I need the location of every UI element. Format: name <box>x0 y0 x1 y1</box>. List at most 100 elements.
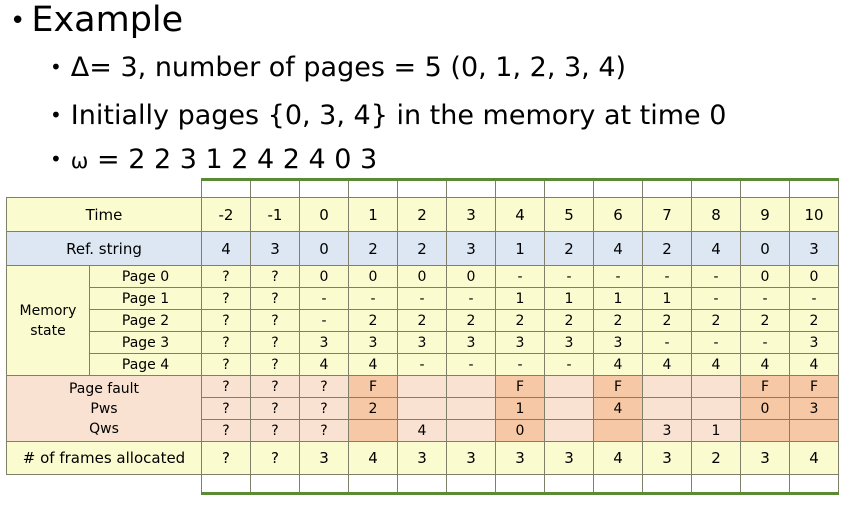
bullet-glyph: • <box>50 55 62 79</box>
bullet-title: • Example <box>10 0 183 43</box>
page-fault-cell: F <box>740 375 790 398</box>
time-cell: 2 <box>397 197 447 232</box>
bullet-glyph: • <box>50 103 62 127</box>
page-fault-cell <box>397 375 447 398</box>
spacer-cell <box>593 474 643 495</box>
spacer-cell <box>691 474 741 495</box>
time-cell: 0 <box>299 197 349 232</box>
spacer-cell <box>544 474 594 495</box>
frames-allocated-cell: 2 <box>691 441 741 475</box>
spacer-cell <box>250 474 300 495</box>
qws-cell <box>740 419 790 442</box>
pws-cell <box>691 397 741 420</box>
spacer-cell <box>446 178 496 198</box>
memory-state-cell: - <box>544 353 594 376</box>
memory-state-cell: - <box>299 309 349 332</box>
memory-state-cell: 4 <box>740 353 790 376</box>
page-fault-cell: ? <box>299 375 349 398</box>
memory-state-cell: - <box>642 265 692 288</box>
spacer-cell <box>495 178 545 198</box>
ref-string-cell: 3 <box>250 231 300 266</box>
page-fault-cell: F <box>789 375 839 398</box>
pws-cell: ? <box>299 397 349 420</box>
page-fault-cell: ? <box>201 375 251 398</box>
frames-allocated-cell: 3 <box>299 441 349 475</box>
memory-state-cell: 2 <box>495 309 545 332</box>
memory-state-cell: - <box>740 287 790 310</box>
memory-state-cell: 0 <box>740 265 790 288</box>
memory-state-cell: ? <box>201 331 251 354</box>
time-cell: 7 <box>642 197 692 232</box>
memory-state-cell: 1 <box>593 287 643 310</box>
table-bottom-spacer-row <box>7 474 839 495</box>
table-row-time: Time -2 -1 0 1 2 3 4 5 6 7 8 9 10 <box>6 197 839 232</box>
ref-string-cell: 3 <box>789 231 839 266</box>
memory-state-cell: 2 <box>593 309 643 332</box>
spacer-cell <box>740 178 790 198</box>
bullet-text-1: Δ= 3, number of pages = 5 (0, 1, 2, 3, 4… <box>70 52 627 83</box>
page-fault-cell: ? <box>250 375 300 398</box>
table-row-memory-state: Page 2?? -2 2 2 2 2 2 2 2 2 2 <box>7 309 839 332</box>
qws-cell: 3 <box>642 419 692 442</box>
pws-cell <box>642 397 692 420</box>
spacer-cell <box>250 178 300 198</box>
pws-cell: 2 <box>348 397 398 420</box>
memory-state-cell: 2 <box>740 309 790 332</box>
table-row-memory-state: Page 1?? - - - -1 1 1 1- - - <box>7 287 839 310</box>
page-fault-cell <box>544 375 594 398</box>
bullet-glyph: • <box>10 6 26 36</box>
qws-cell <box>348 419 398 442</box>
memory-state-cell: ? <box>250 331 300 354</box>
memory-state-cell: 2 <box>446 309 496 332</box>
working-set-table: Time -2 -1 0 1 2 3 4 5 6 7 8 9 10 Ref. string 4 3 0 2 2 3 1 2 4… <box>6 178 839 495</box>
table-row-frames-allocated: # of frames allocated?? 3 4 3 3 3 3 4 3 2 3 4 <box>6 441 839 475</box>
time-cell: 10 <box>789 197 839 232</box>
qws-cell: 1 <box>691 419 741 442</box>
time-cell: 1 <box>348 197 398 232</box>
working-set-table-wrapper: Time -2 -1 0 1 2 3 4 5 6 7 8 9 10 Ref. string 4 3 0 2 2 3 1 2 4… <box>6 178 839 495</box>
bullet-glyph: • <box>50 147 62 171</box>
pws-cell <box>544 397 594 420</box>
page-fault-cell: F <box>495 375 545 398</box>
bullet-text-2: Initially pages {0, 3, 4} in the memory … <box>70 100 727 131</box>
memory-state-cell: - <box>642 331 692 354</box>
qws-cell: 0 <box>495 419 545 442</box>
memory-state-cell: 1 <box>544 287 594 310</box>
ref-string-cell: 4 <box>201 231 251 266</box>
table-row-memory-state: Page 4?? 4 4- - - -4 4 4 4 4 <box>7 353 839 376</box>
qws-cell: 4 <box>397 419 447 442</box>
spacer-cell <box>495 474 545 495</box>
table-body: Time -2 -1 0 1 2 3 4 5 6 7 8 9 10 Ref. string 4 3 0 2 2 3 1 2 4… <box>6 178 839 495</box>
memory-state-cell: 3 <box>544 331 594 354</box>
table-top-spacer-row <box>7 178 839 198</box>
bullet-line-3: • ω = 2 2 3 1 2 4 2 4 0 3 <box>50 142 377 178</box>
memory-state-cell: 3 <box>299 331 349 354</box>
ref-string-cell: 4 <box>593 231 643 266</box>
memory-state-cell: ? <box>201 309 251 332</box>
frames-allocated-cell: 3 <box>740 441 790 475</box>
memory-state-cell: 2 <box>789 309 839 332</box>
frames-allocated-cell: 4 <box>593 441 643 475</box>
time-cell: -2 <box>201 197 251 232</box>
pws-cell <box>397 397 447 420</box>
qws-cell <box>593 419 643 442</box>
time-cell: 3 <box>446 197 496 232</box>
memory-state-cell: - <box>348 287 398 310</box>
spacer-cell <box>642 474 692 495</box>
frames-allocated-cell: 3 <box>544 441 594 475</box>
table-row-page-fault: Page fault Pws Qws??? F F F F F <box>6 375 839 442</box>
memory-state-cell: 4 <box>299 353 349 376</box>
qws-cell <box>789 419 839 442</box>
memory-state-cell: 1 <box>642 287 692 310</box>
page-label: Page 0 <box>89 265 202 288</box>
frames-allocated-cell: 3 <box>446 441 496 475</box>
spacer-cell <box>446 474 496 495</box>
pws-cell: 4 <box>593 397 643 420</box>
memory-state-cell: 0 <box>397 265 447 288</box>
ref-string-cell: 3 <box>446 231 496 266</box>
reference-string-value: = 2 2 3 1 2 4 2 4 0 3 <box>96 144 378 175</box>
memory-state-cell: 4 <box>691 353 741 376</box>
row-label-time: Time <box>6 197 202 232</box>
spacer-cell <box>642 178 692 198</box>
frames-allocated-cell: 3 <box>397 441 447 475</box>
